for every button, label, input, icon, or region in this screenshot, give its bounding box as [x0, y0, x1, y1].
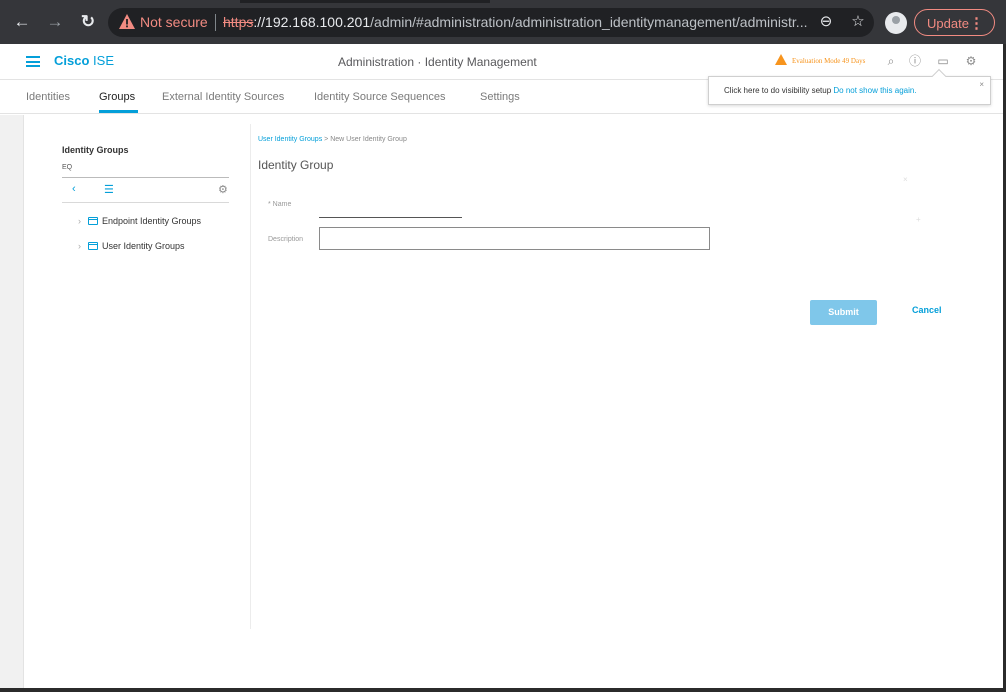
update-label: Update	[927, 16, 969, 31]
cancel-button[interactable]: Cancel	[912, 305, 942, 315]
faint-close-mark: ×	[903, 175, 908, 184]
app-header: Cisco ISE Administration · Identity Mana…	[0, 44, 1003, 80]
close-icon[interactable]: ×	[979, 80, 984, 89]
breadcrumb-link[interactable]: User Identity Groups	[258, 136, 322, 143]
visibility-setup-tooltip: Click here to do visibility setup Do not…	[708, 68, 991, 105]
dont-show-again-link[interactable]: Do not show this again.	[833, 86, 916, 95]
kebab-menu-icon: ⋮	[969, 15, 984, 32]
evaluation-badge[interactable]: Evaluation Mode 49 Days	[775, 54, 865, 65]
omnibox-separator	[215, 14, 216, 31]
profile-avatar-icon[interactable]	[885, 12, 907, 34]
chevron-right-icon[interactable]: ›	[78, 241, 81, 251]
warning-icon[interactable]	[118, 13, 136, 31]
tree-item-endpoint[interactable]: › Endpoint Identity Groups	[78, 216, 201, 226]
panel-divider	[250, 124, 251, 629]
form-title: Identity Group	[258, 158, 334, 172]
url-host: ://192.168.100.201	[253, 14, 371, 30]
search-icon[interactable]: ⌕	[883, 53, 899, 69]
brand-logo[interactable]: Cisco ISE	[54, 53, 114, 68]
name-field[interactable]	[319, 206, 462, 218]
warning-icon	[775, 54, 787, 65]
back-arrow-icon[interactable]: ←	[12, 12, 32, 32]
tab-strip-edge	[240, 0, 490, 3]
url-scheme: https	[223, 14, 254, 30]
list-view-icon[interactable]: ☰	[104, 183, 114, 196]
chevron-right-icon[interactable]: ›	[78, 216, 81, 226]
reload-icon[interactable]: ↻	[78, 12, 98, 32]
ise-page: Cisco ISE Administration · Identity Mana…	[0, 44, 1003, 688]
zoom-icon[interactable]: ⊖	[816, 12, 836, 32]
breadcrumb: User Identity Groups > New User Identity…	[258, 136, 407, 143]
brand-light: ISE	[93, 53, 114, 68]
tree-item-label: Endpoint Identity Groups	[102, 216, 202, 226]
tab-identity-source-sequences[interactable]: Identity Source Sequences	[314, 91, 445, 103]
tooltip-text[interactable]: Click here to do visibility setup Do not…	[724, 86, 917, 95]
help-icon[interactable]: ⓘ	[907, 53, 923, 69]
tab-external-identity-sources[interactable]: External Identity Sources	[162, 91, 284, 103]
update-button[interactable]: Update ⋮	[914, 9, 995, 36]
active-tab-indicator	[99, 110, 138, 113]
breadcrumb-separator: >	[324, 136, 329, 143]
left-gutter	[0, 115, 24, 688]
submit-button[interactable]: Submit	[810, 300, 877, 325]
forward-arrow-icon[interactable]: →	[45, 12, 65, 32]
gear-icon[interactable]: ⚙	[963, 53, 979, 69]
description-label: Description	[268, 236, 304, 243]
not-secure-label[interactable]: Not secure	[140, 14, 208, 30]
url-text[interactable]: https://192.168.100.201/admin/#administr…	[223, 14, 813, 30]
hamburger-menu-icon[interactable]	[26, 56, 40, 67]
bookmark-star-icon[interactable]: ☆	[848, 12, 868, 32]
tab-groups[interactable]: Groups	[99, 91, 135, 103]
chevron-left-icon[interactable]: ‹	[72, 183, 76, 195]
tab-settings[interactable]: Settings	[480, 91, 520, 103]
window-bottom-edge	[0, 688, 1006, 692]
description-field[interactable]	[319, 227, 710, 250]
url-path: /admin/#administration/administration_id…	[370, 14, 808, 30]
tree-item-user[interactable]: › User Identity Groups	[78, 241, 185, 251]
folder-icon	[88, 217, 98, 225]
address-bar[interactable]: Not secure https://192.168.100.201/admin…	[108, 8, 874, 37]
settings-gear-icon[interactable]: ⚙	[218, 183, 228, 196]
browser-toolbar: ← → ↻ Not secure https://192.168.100.201…	[0, 0, 1006, 44]
tab-identities[interactable]: Identities	[26, 91, 70, 103]
folder-icon	[88, 242, 98, 250]
tooltip-message[interactable]: Click here to do visibility setup	[724, 86, 831, 95]
tree-toolbar: ‹ ☰ ⚙	[62, 181, 229, 203]
tree-item-label: User Identity Groups	[102, 241, 185, 251]
notifications-icon[interactable]: ▭	[935, 53, 951, 69]
search-input-value: EQ	[62, 164, 73, 171]
breadcrumb-current: New User Identity Group	[330, 136, 407, 143]
group-search-input[interactable]: EQ	[62, 162, 229, 178]
faint-plus-mark: +	[916, 215, 921, 224]
identity-groups-title: Identity Groups	[62, 145, 129, 155]
evaluation-text: Evaluation Mode 49 Days	[792, 57, 866, 65]
page-title: Administration · Identity Management	[338, 55, 537, 69]
brand-bold: Cisco	[54, 53, 90, 68]
name-label: * Name	[268, 201, 292, 208]
